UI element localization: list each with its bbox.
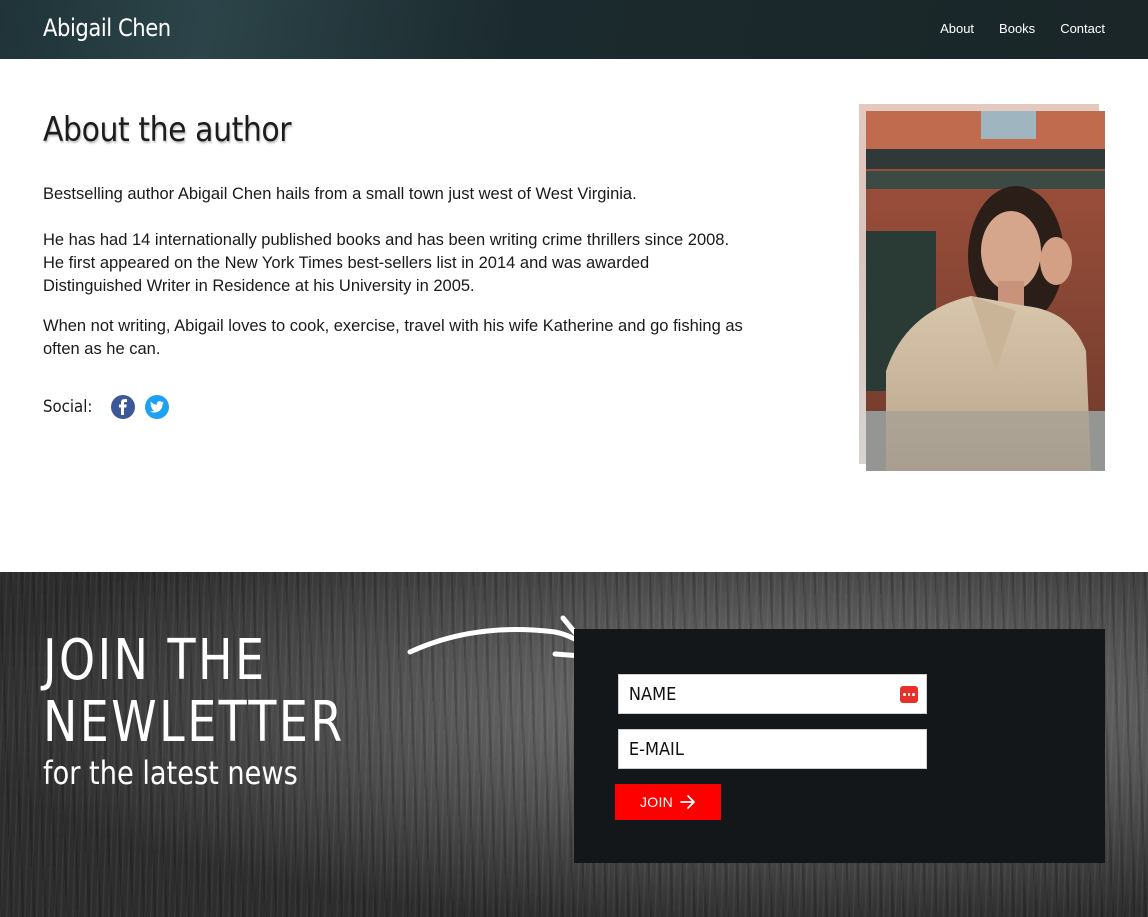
email-field-wrapper xyxy=(618,729,927,769)
join-button-label: JOIN xyxy=(639,794,674,810)
main-nav: About Books Contact xyxy=(940,21,1105,36)
name-field-wrapper xyxy=(618,674,927,714)
nav-about-link[interactable]: About xyxy=(940,21,974,36)
site-header: Abigail Chen About Books Contact xyxy=(0,0,1148,59)
newsletter-form: JOIN xyxy=(574,629,1105,863)
author-photo xyxy=(866,111,1105,471)
bio-paragraph-1: Bestselling author Abigail Chen hails fr… xyxy=(43,185,637,203)
newsletter-title-line1: JOIN THE xyxy=(43,628,267,693)
name-input[interactable] xyxy=(619,675,896,713)
nav-contact-link[interactable]: Contact xyxy=(1060,21,1105,36)
social-links: Social: xyxy=(43,395,179,419)
nav-books-link[interactable]: Books xyxy=(999,21,1035,36)
join-button[interactable]: JOIN xyxy=(615,784,721,820)
email-input[interactable] xyxy=(619,730,896,768)
newsletter-title: JOIN THE NEWLETTER xyxy=(43,630,345,754)
newsletter-title-line2: NEWLETTER xyxy=(43,690,345,755)
bio-paragraph-3: When not writing, Abigail loves to cook,… xyxy=(43,317,743,358)
site-title[interactable]: Abigail Chen xyxy=(43,14,171,42)
arrow-right-icon xyxy=(680,795,695,809)
newsletter-section: JOIN THE NEWLETTER for the latest news J… xyxy=(0,572,1148,917)
social-label: Social: xyxy=(43,397,93,417)
about-heading: About the author xyxy=(43,110,292,150)
twitter-icon[interactable] xyxy=(145,395,170,419)
newsletter-subtitle: for the latest news xyxy=(43,754,298,792)
facebook-icon[interactable] xyxy=(111,395,136,419)
password-manager-icon[interactable] xyxy=(900,686,918,703)
bio-paragraph-2: He has had 14 internationally published … xyxy=(43,231,730,295)
